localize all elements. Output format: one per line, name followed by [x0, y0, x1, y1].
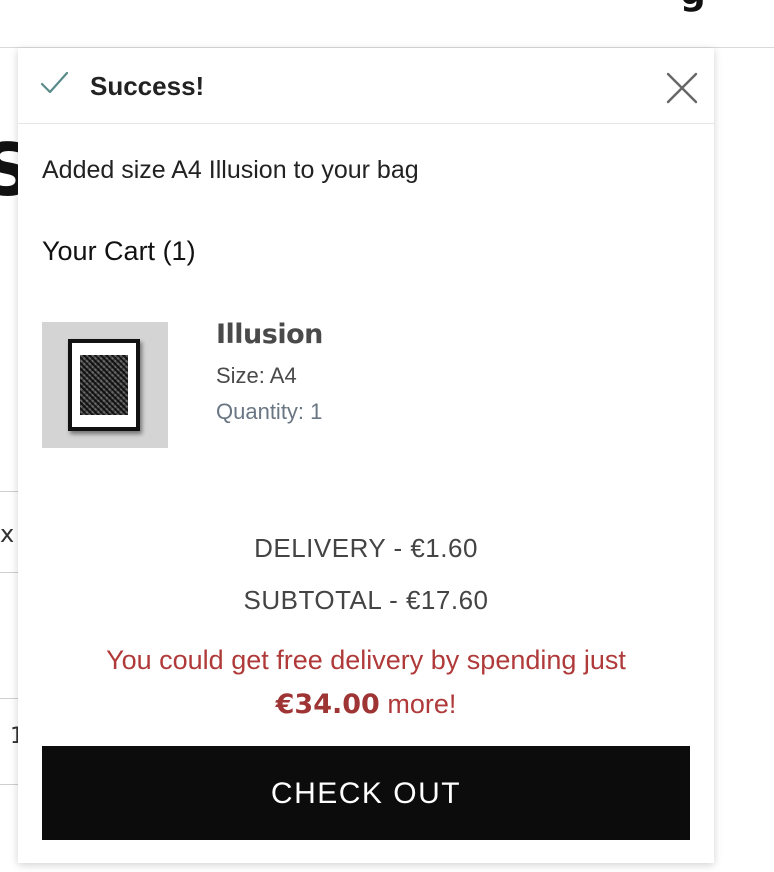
free-delivery-amount: €34.00 — [275, 689, 380, 720]
page-row-divider — [0, 698, 20, 699]
free-delivery-suffix: more! — [387, 689, 457, 719]
close-icon[interactable] — [662, 68, 702, 108]
product-size: Size: A4 — [216, 363, 297, 388]
product-quantity: Quantity: 1 — [216, 399, 323, 424]
cart-heading: Your Cart (1) — [42, 236, 196, 266]
added-to-bag-message: Added size A4 Illusion to your bag — [42, 156, 419, 184]
checkmark-icon — [40, 70, 70, 96]
free-delivery-prefix: You could get free delivery by spending … — [106, 645, 626, 675]
added-to-cart-popup: Success! Added size A4 Illusion to your … — [18, 48, 714, 863]
page-row-divider — [0, 572, 20, 573]
free-delivery-message: You could get free delivery by spending … — [28, 638, 704, 727]
success-title: Success! — [90, 71, 205, 101]
framed-print-image — [68, 339, 140, 431]
delivery-cost: DELIVERY - €1.60 — [254, 533, 478, 563]
product-thumbnail[interactable] — [42, 322, 168, 448]
page-row-glyph: x — [0, 520, 15, 548]
page-row-divider — [0, 784, 20, 785]
popup-header: Success! — [18, 48, 714, 124]
subtotal: SUBTOTAL - €17.60 — [243, 585, 489, 615]
page-header-glyph: g — [680, 0, 706, 13]
close-button[interactable] — [662, 68, 702, 108]
product-name-link[interactable]: Illusion — [216, 318, 323, 352]
page-row-divider — [0, 491, 20, 492]
checkout-button[interactable]: CHECK OUT — [42, 746, 690, 840]
